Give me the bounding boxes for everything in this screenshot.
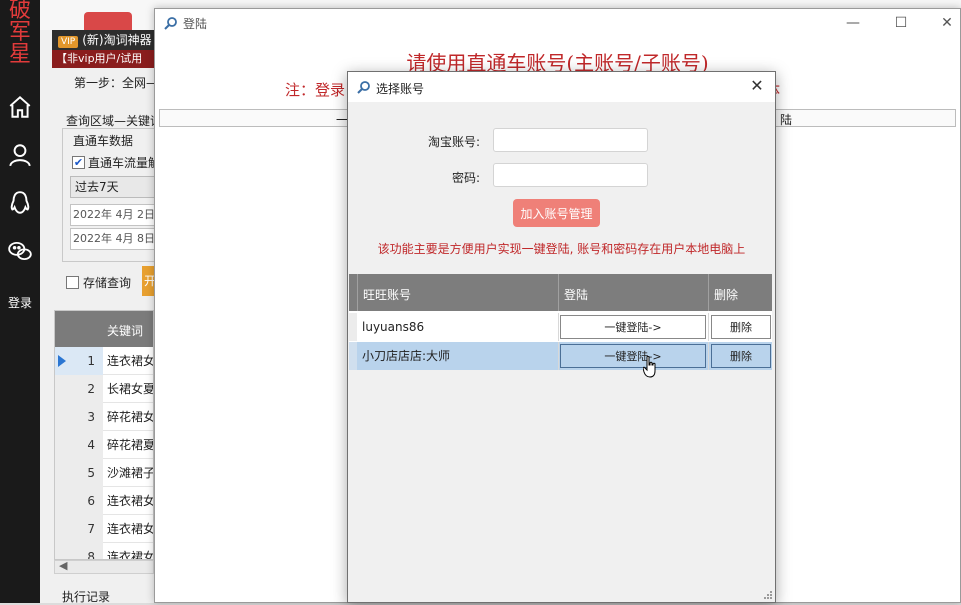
brand-char-1: 破 xyxy=(8,0,31,23)
login-window-titlebar: 登陆 — ☐ ✕ xyxy=(155,9,960,37)
row-keyword: 连衣裙女 xyxy=(107,494,154,508)
group-title: 直通车数据 xyxy=(70,132,137,149)
row-index: 2 xyxy=(55,375,103,403)
account-table: 旺旺账号 登陆 删除 luyuans86 一键登陆-> 删除 小刀店店店:大师 … xyxy=(349,274,772,370)
header-separator xyxy=(708,274,709,311)
brand-logo: 破 军 星 xyxy=(0,0,40,66)
traffic-checkbox-row[interactable]: ✔ 直通车流量解 xyxy=(72,154,160,171)
table-row[interactable]: 2 长裙女夏 xyxy=(55,375,154,403)
row-separator xyxy=(558,342,559,370)
account-label: 淘宝账号: xyxy=(427,135,480,149)
row-index: 7 xyxy=(55,515,103,543)
brand-char-2: 军 xyxy=(8,20,31,45)
row-keyword: 长裙女夏 xyxy=(107,382,154,396)
store-query-label: 存储查询 xyxy=(83,276,132,290)
login-window-title: 登陆 xyxy=(183,17,208,31)
home-icon[interactable] xyxy=(4,92,36,122)
close-icon[interactable]: ✕ xyxy=(747,76,767,96)
table-row[interactable]: 3 碎花裙女 xyxy=(55,403,154,431)
account-name: luyuans86 xyxy=(362,320,425,334)
login-note: 注：登录 xyxy=(285,81,346,99)
dialog-title: 选择账号 xyxy=(376,82,425,96)
brand-char-3: 星 xyxy=(8,42,31,67)
table-row[interactable]: luyuans86 一键登陆-> 删除 xyxy=(349,313,772,341)
row-keyword: 碎花裙夏 xyxy=(107,438,154,452)
resize-grip-icon[interactable] xyxy=(763,590,773,600)
app-icon xyxy=(164,17,177,30)
vip-badge: VIP xyxy=(58,36,79,48)
login-label[interactable]: 登录 xyxy=(0,294,40,311)
row-index: 3 xyxy=(55,403,103,431)
row-index: 4 xyxy=(55,431,103,459)
step-label: 第一步：全网— xyxy=(74,76,159,90)
row-separator xyxy=(558,313,559,341)
table-row[interactable]: 4 碎花裙夏 xyxy=(55,431,154,459)
strip-right-text: 陆 xyxy=(780,113,793,127)
horizontal-scrollbar[interactable]: ◀ xyxy=(54,559,154,574)
background-app-title: VIP (新)淘词神器 xyxy=(52,30,154,50)
row-keyword: 连衣裙女 xyxy=(107,354,154,368)
scroll-left-icon[interactable]: ◀ xyxy=(59,559,67,572)
table-row[interactable]: 1 连衣裙女 xyxy=(55,347,154,375)
delete-account-button[interactable]: 删除 xyxy=(711,344,771,368)
column-wangwang-account: 旺旺账号 xyxy=(363,288,412,302)
table-row[interactable]: 小刀店店店:大师 一键登陆-> 删除 xyxy=(349,342,772,370)
store-query-row[interactable]: 存储查询 xyxy=(66,274,131,291)
column-delete: 删除 xyxy=(714,288,739,302)
row-index: 5 xyxy=(55,459,103,487)
header-separator xyxy=(558,274,559,311)
store-query-checkbox[interactable] xyxy=(66,276,79,289)
date-from-picker[interactable]: 2022年 4月 2日 xyxy=(70,204,156,226)
one-click-login-button[interactable]: 一键登陆-> xyxy=(560,344,706,368)
dialog-titlebar: 选择账号 ✕ xyxy=(348,72,775,102)
app-sidebar: 破 军 星 登录 xyxy=(0,0,40,603)
table-row[interactable]: 8 连衣裙女 xyxy=(55,543,154,560)
account-input[interactable] xyxy=(493,128,648,152)
row-separator xyxy=(708,342,709,370)
account-name: 小刀店店店:大师 xyxy=(362,349,451,363)
row-keyword: 沙滩裙子 xyxy=(107,466,154,480)
dialog-tip: 该功能主要是方便用户实现一键登陆, 账号和密码存在用户本地电脑上 xyxy=(377,242,746,256)
password-label: 密码: xyxy=(451,171,480,185)
maximize-icon[interactable]: ☐ xyxy=(889,13,913,33)
table-row[interactable]: 7 连衣裙女 xyxy=(55,515,154,543)
row-header xyxy=(349,313,357,341)
row-index: 6 xyxy=(55,487,103,515)
row-separator xyxy=(708,313,709,341)
keyword-grid-header: 关键词 xyxy=(55,311,153,347)
add-account-button[interactable]: 加入账号管理 xyxy=(513,199,600,227)
exec-log-label: 执行记录 xyxy=(62,590,111,604)
traffic-checkbox-label: 直通车流量解 xyxy=(88,156,161,170)
row-keyword: 连衣裙女 xyxy=(107,522,154,536)
password-input[interactable] xyxy=(493,163,648,187)
trial-notice: 【非vip用户/试用 xyxy=(52,50,154,68)
app-icon xyxy=(357,81,370,94)
wechat-icon[interactable] xyxy=(4,236,36,266)
header-separator xyxy=(357,274,358,311)
keyword-grid: 关键词 1 连衣裙女 2 长裙女夏 3 碎花裙女 4 碎花裙夏 5 沙滩裙子 6 连衣裙女 … xyxy=(54,310,154,560)
column-login: 登陆 xyxy=(564,288,589,302)
delete-account-button[interactable]: 删除 xyxy=(711,315,771,339)
query-area-tab[interactable]: 查询区域—关键词 xyxy=(66,112,162,129)
table-row[interactable]: 5 沙滩裙子 xyxy=(55,459,154,487)
account-table-header: 旺旺账号 登陆 删除 xyxy=(349,274,772,311)
select-account-dialog: 选择账号 ✕ 淘宝账号: 密码: 加入账号管理 该功能主要是方便用户实现一键登陆… xyxy=(347,71,776,603)
checkbox-checked[interactable]: ✔ xyxy=(72,156,85,169)
date-to-picker[interactable]: 2022年 4月 8日 xyxy=(70,228,156,250)
close-icon[interactable]: ✕ xyxy=(935,13,959,33)
user-icon[interactable] xyxy=(4,140,36,170)
row-index: 8 xyxy=(55,543,103,559)
table-row[interactable]: 6 连衣裙女 xyxy=(55,487,154,515)
period-select[interactable]: 过去7天 xyxy=(70,176,156,198)
row-keyword: 连衣裙女 xyxy=(107,550,154,560)
keyword-column-header: 关键词 xyxy=(107,324,144,338)
background-app-title-text: (新)淘词神器 xyxy=(82,33,152,47)
row-header xyxy=(349,342,357,370)
minimize-icon[interactable]: — xyxy=(841,13,865,33)
current-row-arrow-icon xyxy=(58,355,66,367)
row-keyword: 碎花裙女 xyxy=(107,410,154,424)
one-click-login-button[interactable]: 一键登陆-> xyxy=(560,315,706,339)
mouse-pointer-icon xyxy=(643,356,656,378)
qq-icon[interactable] xyxy=(4,188,36,218)
